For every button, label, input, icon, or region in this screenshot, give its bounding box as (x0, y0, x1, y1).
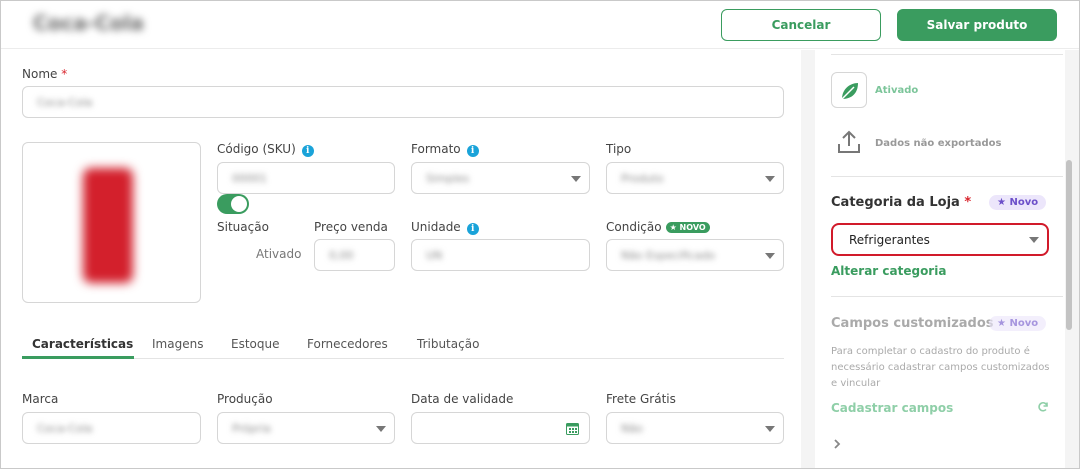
formato-select[interactable]: Simples (411, 162, 590, 194)
active-tab-indicator (22, 356, 134, 359)
refresh-icon[interactable] (1037, 401, 1049, 413)
divider (831, 176, 1063, 177)
preco-input[interactable]: 0,00 (314, 239, 395, 271)
product-tabs: Características Imagens Estoque Forneced… (22, 337, 784, 359)
sidebar-card: Ativado Dados não exportados Categoria d… (815, 50, 1065, 468)
tipo-label: Tipo (606, 142, 632, 156)
alterar-categoria-link[interactable]: Alterar categoria (831, 264, 946, 278)
preco-label: Preço venda (314, 220, 388, 234)
info-icon[interactable]: i (301, 145, 314, 157)
validade-label: Data de validade (411, 392, 514, 406)
formato-label: Formato i (411, 142, 479, 157)
calendar-icon[interactable] (566, 422, 579, 435)
name-label: Nome * (22, 67, 68, 81)
unidade-input[interactable]: UN (411, 239, 590, 271)
producao-label: Produção (217, 392, 273, 406)
export-status-text: Dados não exportados (875, 138, 1002, 149)
condicao-select[interactable]: Não Especificado (606, 239, 784, 271)
top-bar: Coca-Cola Cancelar Salvar produto (1, 1, 1079, 49)
chevron-down-icon (571, 176, 581, 182)
sidebar: Ativado Dados não exportados Categoria d… (801, 50, 1079, 468)
frete-select[interactable]: Não (606, 412, 784, 444)
situacao-value: Ativado (256, 247, 302, 261)
page-title: Coca-Cola (33, 11, 144, 35)
chevron-right-icon[interactable] (831, 438, 843, 450)
info-icon[interactable]: i (466, 145, 479, 157)
sidebar-scrollbar[interactable] (1065, 50, 1073, 468)
chevron-down-icon (765, 253, 775, 259)
chevron-down-icon (376, 426, 386, 432)
tab-fornecedores[interactable]: Fornecedores (307, 337, 388, 351)
tab-caracteristicas[interactable]: Características (32, 337, 133, 351)
name-input[interactable]: Coca-Cola (22, 86, 784, 118)
status-icon-box (831, 72, 867, 108)
cancel-button[interactable]: Cancelar (721, 9, 881, 41)
novo-badge: ★ NOVO (665, 222, 710, 233)
situacao-label: Situação (217, 220, 269, 234)
divider (831, 296, 1063, 297)
info-icon[interactable]: i (466, 223, 479, 235)
cadastrar-campos-link[interactable]: Cadastrar campos (831, 401, 953, 415)
campos-description: Para completar o cadastro do produto é n… (831, 346, 1050, 389)
app-window: Coca-Cola Cancelar Salvar produto Nome *… (0, 0, 1080, 469)
sku-label: Código (SKU) i (217, 142, 314, 157)
unidade-label: Unidade i (411, 220, 479, 235)
product-image[interactable] (22, 142, 201, 303)
chevron-down-icon (1029, 237, 1039, 243)
status-text: Ativado (875, 85, 919, 96)
soda-can-image (83, 168, 133, 283)
upload-icon (838, 130, 860, 153)
novo-badge: ★ Novo (989, 316, 1047, 331)
situacao-toggle[interactable] (217, 194, 249, 214)
sku-input[interactable]: 00001 (217, 162, 395, 194)
save-product-button[interactable]: Salvar produto (897, 9, 1057, 41)
chevron-down-icon (765, 426, 775, 432)
leaf-icon (841, 83, 858, 100)
marca-label: Marca (22, 392, 59, 406)
tipo-select[interactable]: Produto (606, 162, 784, 194)
toggle-knob (231, 196, 247, 212)
validade-input[interactable] (411, 412, 590, 444)
novo-badge: ★ Novo (989, 195, 1047, 210)
producao-select[interactable]: Própria (217, 412, 395, 444)
product-form: Nome * Coca-Cola Código (SKU) i 00001 For… (1, 50, 801, 468)
condicao-label: Condição ★ NOVO (606, 220, 710, 234)
divider (831, 54, 1063, 55)
campos-title: Campos customizados (831, 316, 994, 331)
frete-label: Frete Grátis (606, 392, 676, 406)
categoria-select[interactable]: Refrigerantes (831, 223, 1049, 256)
marca-input[interactable]: Coca-Cola (22, 412, 201, 444)
scroll-thumb[interactable] (1066, 160, 1072, 330)
tab-estoque[interactable]: Estoque (231, 337, 280, 351)
tab-imagens[interactable]: Imagens (152, 337, 203, 351)
tab-tributacao[interactable]: Tributação (417, 337, 479, 351)
categoria-title: Categoria da Loja * (831, 195, 972, 210)
chevron-down-icon (765, 176, 775, 182)
